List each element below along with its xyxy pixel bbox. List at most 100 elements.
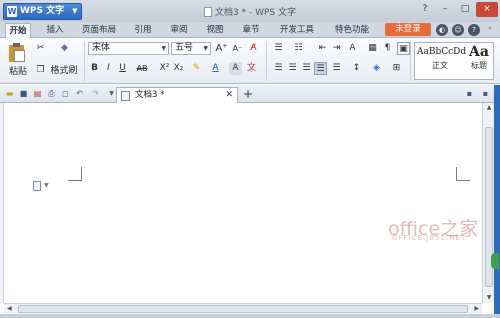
open-folder-icon[interactable]: ▬ <box>4 88 15 99</box>
underline-icon[interactable]: U <box>116 62 129 75</box>
tab-list-icon[interactable]: ▪ <box>464 88 475 99</box>
ribbon-toggle-icon[interactable]: ▪ <box>480 88 491 99</box>
document-canvas[interactable] <box>4 103 482 303</box>
document-icon <box>121 91 130 101</box>
highlight-icon[interactable]: ✎ <box>190 62 203 75</box>
align-left-icon[interactable]: ☰ <box>272 62 285 75</box>
undo-icon[interactable]: ↶ <box>74 88 85 99</box>
align-center-icon[interactable]: ☰ <box>286 62 299 75</box>
chinese-layout-icon[interactable]: A <box>346 42 359 55</box>
horizontal-scroll-thumb[interactable] <box>18 305 468 313</box>
scroll-right-icon[interactable]: ▶ <box>474 304 479 314</box>
feedback-icon[interactable]: ☺ <box>452 24 464 36</box>
help-icon[interactable]: ? <box>468 24 480 36</box>
show-marks-icon[interactable]: ¶ <box>381 42 394 55</box>
chevron-down-icon: ▼ <box>203 45 208 52</box>
align-right-icon[interactable]: ☰ <box>300 62 313 75</box>
collapse-ribbon-icon[interactable]: ⌃ <box>484 24 496 36</box>
font-size-select[interactable]: 五号 ▼ <box>171 42 211 55</box>
style-name: 正文 <box>432 61 448 70</box>
table-icon[interactable]: ▦ <box>366 42 379 55</box>
save-icon[interactable]: ■ <box>18 88 29 99</box>
window-title: 文档3 * - WPS 文字 <box>190 5 310 18</box>
bold-icon[interactable]: B <box>88 62 101 75</box>
document-tab[interactable]: 文档3 * ✕ <box>116 87 238 103</box>
redo-icon[interactable]: ↷ <box>90 88 101 99</box>
tab-review[interactable]: 审阅 <box>166 23 192 38</box>
paste-icon[interactable] <box>8 42 26 62</box>
chevron-down-icon: ▼ <box>72 7 78 15</box>
tab-developer[interactable]: 开发工具 <box>276 23 318 38</box>
italic-icon[interactable]: I <box>102 62 115 75</box>
eraser-icon[interactable]: ◆ <box>58 42 71 55</box>
style-heading[interactable]: Aa 标题 <box>465 43 493 81</box>
minimize-button[interactable]: – <box>436 2 454 17</box>
font-name-value: 宋体 <box>92 43 111 53</box>
chevron-down-icon: ▼ <box>44 182 49 189</box>
document-icon <box>204 7 213 17</box>
paragraph-layout-icon[interactable] <box>33 181 41 191</box>
skin-icon[interactable]: ◐ <box>436 24 448 36</box>
copy-icon[interactable]: ❐ <box>34 64 47 77</box>
format-painter-button[interactable]: 格式刷 <box>50 64 78 78</box>
side-panel-handle[interactable] <box>491 253 499 269</box>
borders-icon[interactable]: ⊞ <box>390 62 403 75</box>
cut-icon[interactable]: ✂ <box>34 42 47 55</box>
superscript-icon[interactable]: X² <box>158 62 171 75</box>
line-spacing-icon[interactable]: ↕ <box>350 62 363 75</box>
document-tab-title: 文档3 * <box>135 90 165 100</box>
wps-app-menu-button[interactable]: W WPS 文字 ▼ <box>3 3 82 20</box>
distributed-align-icon[interactable]: ☰ <box>330 62 343 75</box>
justify-icon[interactable]: ☰ <box>314 62 327 75</box>
chevron-down-icon: ▼ <box>161 45 166 52</box>
tab-view[interactable]: 视图 <box>202 23 228 38</box>
numbered-list-icon[interactable]: ☷ <box>292 42 305 55</box>
increase-indent-icon[interactable]: ⇥ <box>330 42 343 55</box>
tab-page-layout[interactable]: 页面布局 <box>78 23 120 38</box>
subscript-icon[interactable]: X₂ <box>172 62 185 75</box>
document-tab-bar: ▬ ■ ▤ ⎙ ◻ ↶ ↷ ▼ 文档3 * ✕ + ▪ ▪ <box>0 85 500 103</box>
font-size-value: 五号 <box>175 43 194 53</box>
style-name: 标题 <box>471 61 487 70</box>
font-name-select[interactable]: 宋体 ▼ <box>88 42 169 55</box>
tab-features[interactable]: 特色功能 <box>330 23 374 38</box>
clear-format-icon[interactable]: A̸ <box>247 42 260 55</box>
font-color-icon[interactable]: A <box>209 62 222 75</box>
decrease-indent-icon[interactable]: ⇤ <box>316 42 329 55</box>
new-tab-button[interactable]: + <box>243 87 253 101</box>
strikethrough-icon[interactable]: AB <box>134 62 150 75</box>
horizontal-scrollbar[interactable]: ◀ ▶ <box>4 303 482 314</box>
tab-section[interactable]: 章节 <box>238 23 264 38</box>
login-button[interactable]: 未登录 <box>385 23 431 36</box>
vertical-scrollbar[interactable]: ▲ ▼ <box>482 103 494 303</box>
style-normal[interactable]: AaBbCcDd 正文 <box>417 43 467 81</box>
style-sample: AaBbCcDd <box>417 47 467 57</box>
shrink-font-icon[interactable]: A⁻ <box>231 42 244 55</box>
tab-insert[interactable]: 插入 <box>42 23 68 38</box>
tab-home[interactable]: 开始 <box>5 23 31 38</box>
title-bar: W WPS 文字 ▼ 文档3 * - WPS 文字 ? – □ × <box>0 0 500 22</box>
maximize-button[interactable]: □ <box>456 2 474 17</box>
phonetic-guide-icon[interactable]: 文 <box>245 62 258 75</box>
grow-font-icon[interactable]: A⁺ <box>215 42 228 55</box>
paste-button[interactable]: 粘贴 <box>6 65 30 79</box>
help-button[interactable]: ? <box>416 2 434 17</box>
border-toggle-icon[interactable]: ▣ <box>397 42 410 55</box>
style-sample: Aa <box>469 44 489 60</box>
close-button[interactable]: × <box>476 2 498 17</box>
scroll-left-icon[interactable]: ◀ <box>7 304 12 314</box>
tab-references[interactable]: 引用 <box>130 23 156 38</box>
status-bar <box>0 314 500 318</box>
print-preview-icon[interactable]: ◻ <box>60 88 71 99</box>
print-icon[interactable]: ⎙ <box>46 88 57 99</box>
shading-icon[interactable]: ◈ <box>370 62 383 75</box>
close-tab-icon[interactable]: ✕ <box>225 88 233 103</box>
bullet-list-icon[interactable]: ☰ <box>272 42 285 55</box>
margin-corner-top-right <box>456 167 470 181</box>
window-title-text: 文档3 * - WPS 文字 <box>215 8 296 18</box>
wps-logo-icon: W <box>7 6 17 17</box>
watermark-url: OFFICE.JB51.NET <box>392 234 467 242</box>
export-pdf-icon[interactable]: ▤ <box>32 88 43 99</box>
char-shading-icon[interactable]: A <box>229 62 242 75</box>
app-menu-label: WPS 文字 <box>20 6 65 16</box>
